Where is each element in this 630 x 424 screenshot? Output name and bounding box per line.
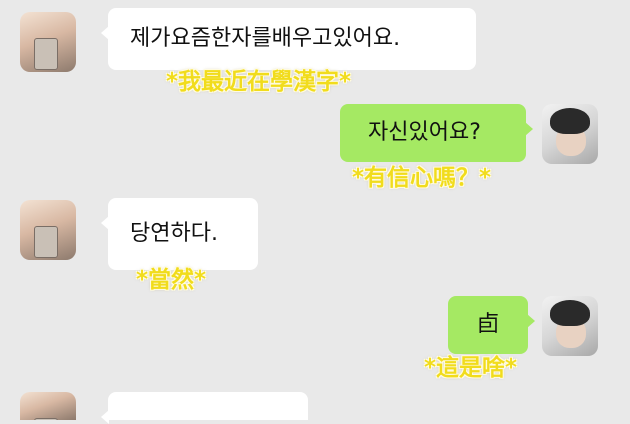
translation-caption: *這是啥*: [424, 355, 518, 381]
message-bubble-outgoing[interactable]: 자신있어요?: [340, 104, 533, 162]
contact-avatar[interactable]: [20, 392, 76, 420]
message-text: 卣: [476, 312, 499, 337]
message-text: 제가요즘한자를배우고있어요.: [130, 26, 401, 51]
contact-avatar[interactable]: [20, 12, 76, 72]
contact-avatar[interactable]: [20, 200, 76, 260]
user-avatar[interactable]: [542, 296, 598, 356]
message-bubble-outgoing[interactable]: 卣: [448, 296, 535, 354]
user-avatar[interactable]: [542, 104, 598, 164]
message-text: 자신있어요?: [368, 120, 481, 145]
message-text: 당연하다.: [130, 221, 218, 246]
message-bubble-incoming[interactable]: 제가요즘한자를배우고있어요.: [101, 8, 476, 70]
translation-caption: *我最近在學漢字*: [166, 69, 352, 95]
message-bubble-incoming-partial[interactable]: [101, 392, 308, 424]
translation-caption: *有信心嗎？*: [352, 165, 492, 191]
translation-caption: *當然*: [136, 267, 207, 293]
